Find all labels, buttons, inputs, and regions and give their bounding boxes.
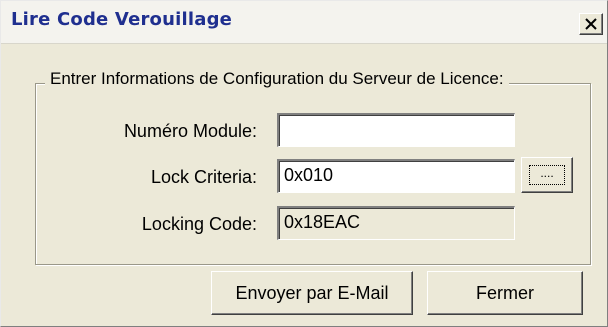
dialog-window: Lire Code Verouillage Entrer Information… [0, 0, 608, 327]
locking-code-label: Locking Code: [141, 214, 257, 234]
browse-lock-criteria-button[interactable]: .... [521, 157, 573, 193]
lock-criteria-label: Lock Criteria: [150, 167, 257, 187]
close-icon [585, 18, 597, 30]
close-button[interactable]: Fermer [427, 271, 583, 315]
close-window-button[interactable] [579, 13, 603, 35]
module-number-label: Numéro Module: [123, 121, 257, 141]
browse-button-label: .... [529, 165, 565, 185]
group-legend: Entrer Informations de Configuration du … [45, 69, 509, 89]
window-title: Lire Code Verouillage [11, 9, 233, 30]
send-email-button[interactable]: Envoyer par E-Mail [211, 271, 413, 315]
lock-criteria-input[interactable]: 0x010 [277, 159, 515, 193]
locking-code-field[interactable]: 0x18EAC [277, 206, 515, 240]
title-bar[interactable]: Lire Code Verouillage [1, 1, 607, 44]
module-number-input[interactable] [277, 113, 515, 147]
